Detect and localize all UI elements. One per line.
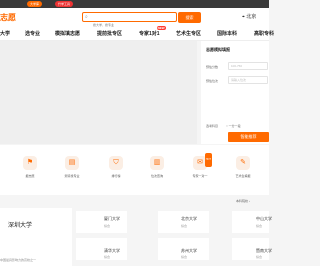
nav-item-major[interactable]: 选专业 xyxy=(25,30,40,37)
nav-item-early-batch[interactable]: 提前批专区 xyxy=(97,30,122,37)
volunteer-form-panel xyxy=(201,41,269,144)
university-name: 中山大学 xyxy=(256,216,272,221)
quick-link-label: 报志愿 xyxy=(25,174,35,178)
nav-item-art[interactable]: 艺术生专区 xyxy=(176,30,201,37)
feature-description: 中国最具影响力的高校之一 xyxy=(0,258,37,262)
panel-title: 志愿模拟填报 xyxy=(206,47,230,52)
topbar-pill-tools[interactable]: 升学工具 xyxy=(55,1,74,7)
nav-expert-label: 专家1对1 xyxy=(139,31,160,37)
university-card[interactable]: 中山大学 综合 xyxy=(232,211,272,233)
university-card[interactable]: 暨南大学 综合 xyxy=(232,238,272,260)
quick-link-label: 位次查询 xyxy=(150,174,163,178)
score-input[interactable]: 100-750 xyxy=(228,62,268,70)
subject-radio[interactable]: ○ 一分一段 xyxy=(226,124,241,128)
quick-link-art[interactable]: ✎ 艺术生填报 xyxy=(235,156,258,178)
chevron-right-icon: › xyxy=(248,199,250,203)
nav-badge: NEW xyxy=(156,26,166,30)
quick-link-label: 专家一对一 xyxy=(192,174,208,178)
quick-link-label: 排行榜 xyxy=(111,174,121,178)
university-tag: 综合 xyxy=(104,224,111,228)
rank-input[interactable]: 请输入位次 xyxy=(228,76,268,84)
feature-university-name: 深圳大学 xyxy=(8,223,33,229)
quick-link-ranking[interactable]: ⛉ 排行榜 xyxy=(109,156,131,178)
quick-link-label: 艺术生填报 xyxy=(235,174,251,178)
hot-badge: HOT xyxy=(204,153,212,167)
document-icon: ▤ xyxy=(65,156,79,170)
submit-button[interactable]: 智能推荐 xyxy=(228,132,269,142)
search-icon: ⌕ xyxy=(85,14,88,20)
nav-item-expert[interactable]: 专家1对1 NEW xyxy=(139,26,166,37)
university-tag: 综合 xyxy=(256,224,263,228)
topbar-pill-university[interactable]: 大学库 xyxy=(27,1,43,7)
university-name: 北京大学 xyxy=(181,216,197,221)
nav-item-intl[interactable]: 国际本科 xyxy=(217,30,237,37)
university-tag: 综合 xyxy=(256,255,263,259)
subject-label: 选考科目 xyxy=(206,124,219,128)
university-name: 苏州大学 xyxy=(181,248,197,253)
nav-item-simulate[interactable]: 模拟填志愿 xyxy=(55,30,80,37)
nav-item-vocational[interactable]: 高职专科 xyxy=(254,30,274,37)
university-tag: 综合 xyxy=(181,255,188,259)
palette-icon: ✎ xyxy=(236,156,250,170)
rank-label: 预估位次 xyxy=(206,79,219,83)
quick-link-fill[interactable]: ⚑ 报志愿 xyxy=(23,156,45,178)
quick-link-label: 测评找专业 xyxy=(64,174,80,178)
nav-item-university[interactable]: 大学 xyxy=(0,30,10,37)
university-name: 暨南大学 xyxy=(256,248,272,253)
book-icon: ▥ xyxy=(150,156,164,170)
search-box: ⌕ xyxy=(82,12,177,29)
search-button[interactable]: 搜索 xyxy=(178,12,201,23)
university-card[interactable]: 清华大学 综合 xyxy=(76,238,127,260)
quick-link-expert[interactable]: ✉ HOT 专家一对一 xyxy=(192,153,215,178)
more-link[interactable]: 本科院校 › xyxy=(236,199,250,203)
university-card[interactable]: 北京大学 综合 xyxy=(158,211,209,233)
subject-option: 一分一段 xyxy=(228,124,241,128)
location-pin-icon: ⌖ xyxy=(242,14,245,20)
university-tag: 综合 xyxy=(181,224,188,228)
shield-icon: ⛉ xyxy=(109,156,123,170)
university-name: 厦门大学 xyxy=(104,216,120,221)
chat-icon: ✉ HOT xyxy=(193,153,212,170)
university-card[interactable]: 苏州大学 综合 xyxy=(158,238,209,260)
bookmark-icon: ⚑ xyxy=(23,156,37,170)
score-label: 预估分数 xyxy=(206,65,219,69)
location-label: 北京 xyxy=(246,14,257,20)
university-card[interactable]: 厦门大学 综合 xyxy=(76,211,127,233)
quick-link-rank-query[interactable]: ▥ 位次查询 xyxy=(150,156,172,178)
chat-glyph: ✉ xyxy=(197,159,203,166)
banner-carousel[interactable] xyxy=(0,41,197,144)
location-selector[interactable]: ⌖ 北京 xyxy=(242,13,256,20)
more-label: 本科院校 xyxy=(236,199,249,203)
university-tag: 综合 xyxy=(104,255,111,259)
university-name: 清华大学 xyxy=(104,248,120,253)
quick-link-test[interactable]: ▤ 测评找专业 xyxy=(64,156,87,178)
site-logo[interactable]: 志愿 xyxy=(0,12,16,23)
